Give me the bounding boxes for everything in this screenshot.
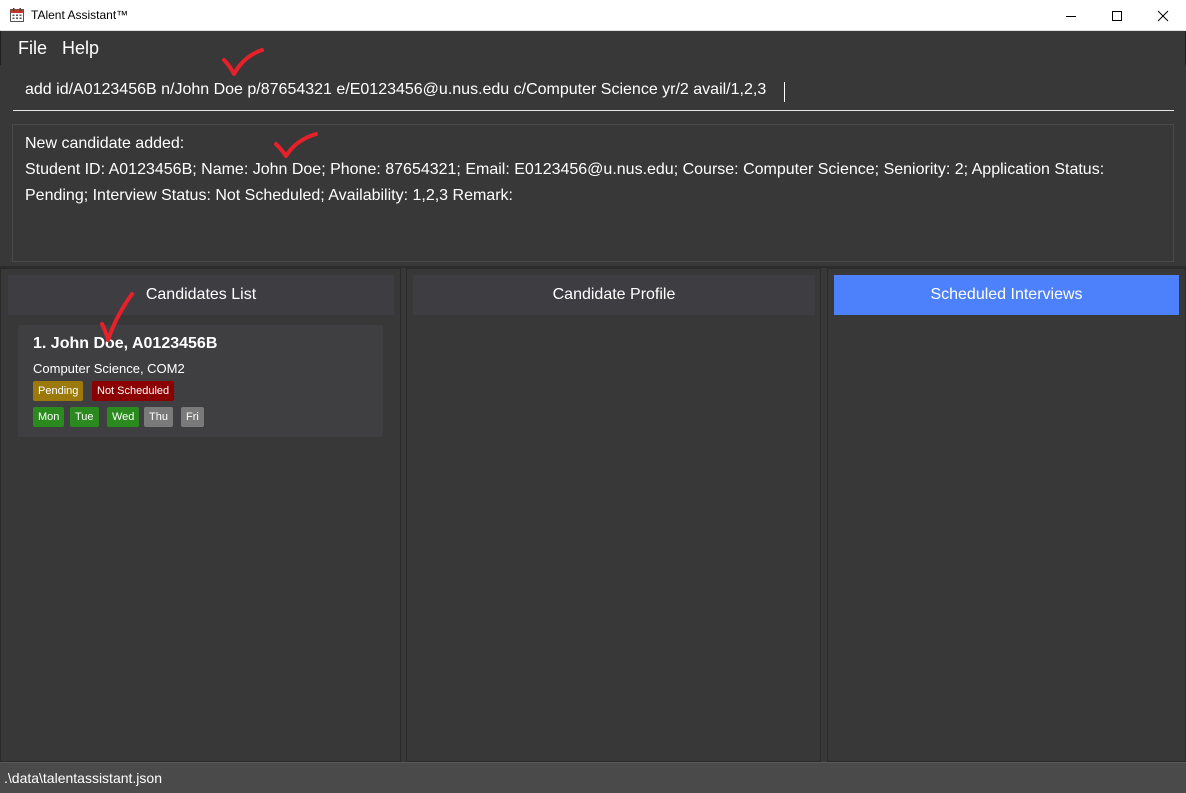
day-badge-fri: Fri (181, 407, 204, 427)
window-title: TAlent Assistant™ (31, 8, 129, 22)
calendar-icon (10, 8, 24, 22)
tab-scheduled-interviews[interactable]: Scheduled Interviews (834, 275, 1179, 315)
result-display: New candidate added: Student ID: A012345… (12, 124, 1174, 262)
candidate-card[interactable]: 1. John Doe, A0123456B Computer Science,… (18, 325, 383, 437)
maximize-button[interactable] (1094, 0, 1140, 31)
candidate-title: 1. John Doe, A0123456B (33, 335, 218, 352)
menu-bar: File Help (0, 31, 1186, 65)
close-icon (1157, 10, 1169, 21)
tab-candidate-profile[interactable]: Candidate Profile (413, 275, 815, 315)
day-badge-wed: Wed (107, 407, 140, 427)
menu-file[interactable]: File (18, 38, 47, 59)
close-button[interactable] (1140, 0, 1186, 31)
title-bar: TAlent Assistant™ (0, 0, 1186, 31)
minimize-icon (1066, 15, 1076, 17)
day-badge-thu: Thu (144, 407, 173, 427)
scheduled-interviews-panel[interactable]: Scheduled Interviews (827, 268, 1186, 762)
interview-status-badge: Not Scheduled (92, 381, 175, 401)
text-caret (784, 82, 785, 102)
application-status-badge: Pending (33, 381, 84, 401)
command-input[interactable] (13, 70, 1174, 110)
result-line-2: Student ID: A0123456B; Name: John Doe; P… (25, 161, 1105, 178)
maximize-icon (1112, 10, 1122, 21)
candidate-profile-panel[interactable]: Candidate Profile (406, 268, 821, 762)
menu-help[interactable]: Help (62, 38, 99, 59)
minimize-button[interactable] (1048, 0, 1094, 31)
day-badge-tue: Tue (70, 407, 99, 427)
candidate-course: Computer Science, COM2 (33, 361, 185, 376)
tab-candidates-list[interactable]: Candidates List (8, 275, 394, 315)
day-badge-mon: Mon (33, 407, 65, 427)
result-line-3: Pending; Interview Status: Not Scheduled… (25, 187, 513, 204)
save-location-path: .\data\talentassistant.json (4, 770, 162, 786)
status-bar: .\data\talentassistant.json (0, 762, 1186, 793)
command-box (13, 70, 1174, 111)
result-line-1: New candidate added: (25, 135, 185, 152)
